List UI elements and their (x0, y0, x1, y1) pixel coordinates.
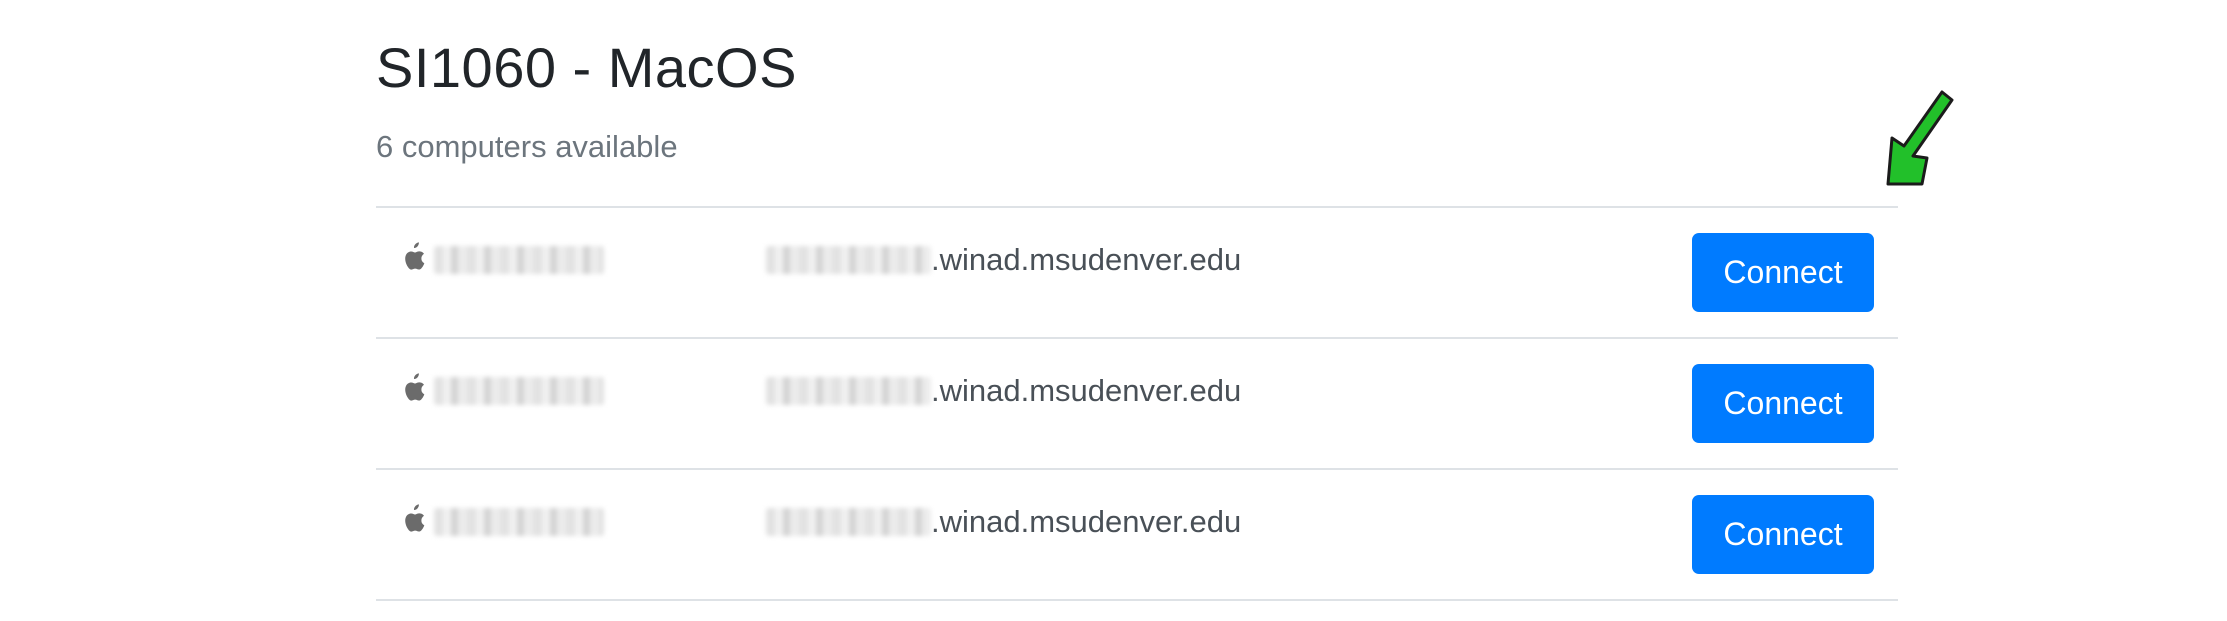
computer-row: .winad.msudenver.edu Connect (376, 470, 1898, 601)
hostname: .winad.msudenver.edu (766, 372, 1241, 410)
computer-list: .winad.msudenver.edu Connect .winad.msud… (376, 206, 1898, 601)
hostname-domain: .winad.msudenver.edu (931, 242, 1242, 277)
connect-button[interactable]: Connect (1692, 364, 1874, 443)
computer-row: .winad.msudenver.edu Connect (376, 339, 1898, 470)
availability-count: 6 computers available (376, 129, 678, 164)
hostname-domain: .winad.msudenver.edu (931, 504, 1242, 539)
apple-icon (401, 503, 426, 533)
computer-row: .winad.msudenver.edu Connect (376, 208, 1898, 339)
apple-icon (401, 372, 426, 402)
computer-name-redacted (434, 508, 604, 536)
hostname: .winad.msudenver.edu (766, 241, 1241, 279)
arrow-down-left-icon (1880, 86, 1960, 190)
connect-button[interactable]: Connect (1692, 495, 1874, 574)
hostname-prefix-redacted (766, 246, 931, 274)
apple-icon (401, 241, 426, 271)
connect-button[interactable]: Connect (1692, 233, 1874, 312)
hostname: .winad.msudenver.edu (766, 503, 1241, 541)
hostname-prefix-redacted (766, 508, 931, 536)
computer-name-redacted (434, 246, 604, 274)
page-title: SI1060 - MacOS (376, 36, 797, 99)
hostname-prefix-redacted (766, 377, 931, 405)
hostname-domain: .winad.msudenver.edu (931, 373, 1242, 408)
computer-name-redacted (434, 377, 604, 405)
